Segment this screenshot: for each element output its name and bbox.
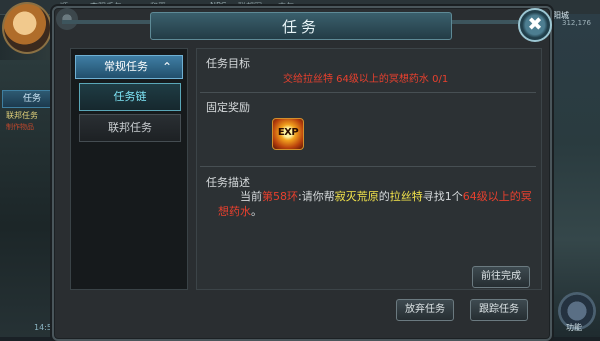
category-header-regular[interactable]: 常规任务 ⌃ — [75, 55, 183, 79]
desc-part: :请你帮 — [298, 190, 335, 203]
description-label: 任务描述 — [206, 176, 250, 189]
exp-icon-text: EXP — [277, 127, 299, 138]
dialog-title: 任务 — [281, 18, 320, 36]
desc-part: 寂灭荒原 — [334, 190, 379, 203]
track-task-button[interactable]: 跟踪任务 — [470, 299, 528, 321]
category-item-federation-task[interactable]: 联邦任务 — [79, 114, 181, 142]
abandon-task-button[interactable]: 放弃任务 — [396, 299, 454, 321]
hud-task-line: 制作物品 — [6, 123, 34, 131]
divider — [200, 92, 536, 93]
player-avatar[interactable] — [2, 2, 52, 54]
chevron-up-icon: ⌃ — [162, 60, 173, 74]
goto-complete-button[interactable]: 前往完成 — [472, 266, 530, 288]
desc-part: 寻找1个 — [422, 190, 463, 203]
exp-icon[interactable]: EXP — [272, 118, 304, 150]
desc-part: 拉丝特 — [389, 190, 423, 203]
title-decoration — [62, 20, 150, 24]
desc-part: 第58环 — [262, 190, 298, 203]
category-header-label: 常规任务 — [104, 60, 148, 73]
goal-label: 任务目标 — [206, 57, 250, 70]
bolt-icon — [56, 8, 78, 30]
dialog-title-bar: 任务 — [150, 12, 452, 40]
function-label: 功能 — [566, 323, 582, 332]
location-coords: 312,176 — [562, 19, 591, 27]
goal-text: 交给拉丝特 64级以上的冥想药水 0/1 — [283, 74, 449, 85]
reward-label: 固定奖励 — [206, 101, 250, 114]
task-description: 当前第58环:请你帮寂灭荒原的拉丝特寻找1个64级以上的冥想药水。 — [218, 189, 536, 219]
divider — [200, 166, 536, 167]
category-item-task-chain[interactable]: 任务链 — [79, 83, 181, 111]
desc-part: 。 — [251, 205, 262, 218]
time-text: 14:5 — [34, 323, 52, 332]
hud-task-line[interactable]: 联邦任务 — [6, 110, 38, 121]
desc-part: 的 — [378, 190, 390, 203]
desc-part: 当前 — [240, 190, 262, 203]
close-icon[interactable]: ✖ — [518, 8, 552, 42]
